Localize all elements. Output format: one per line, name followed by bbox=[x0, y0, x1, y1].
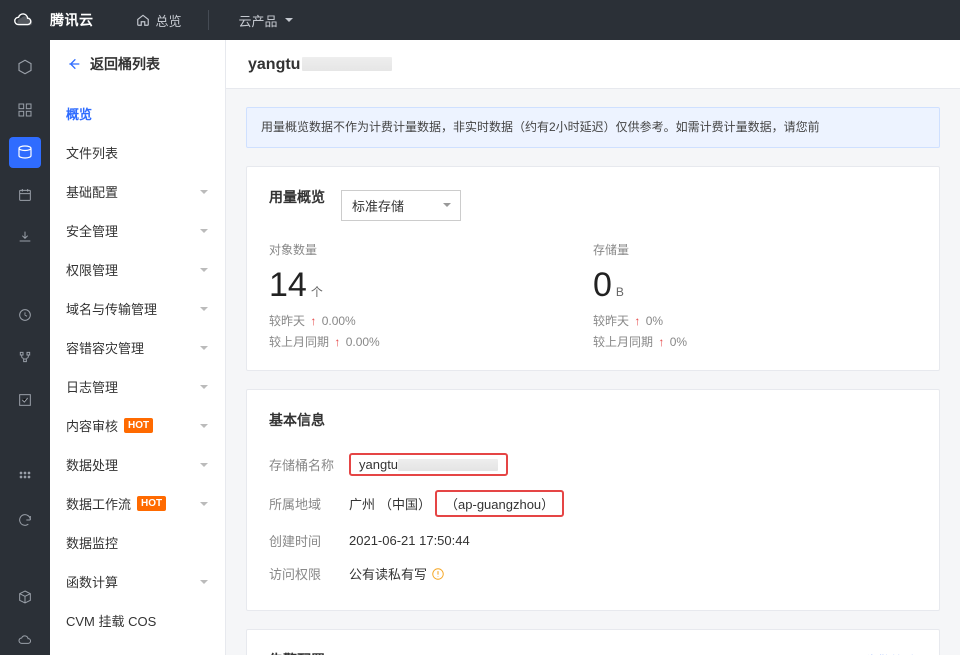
sidebar-item-label: 文件列表 bbox=[66, 143, 118, 162]
sidebar-item-label: 权限管理 bbox=[66, 260, 118, 279]
stat-storage: 存储量 0B 较昨天 ↑ 0% 较上月同期 ↑ 0% bbox=[593, 241, 917, 350]
nav-overview[interactable]: 总览 bbox=[130, 0, 188, 40]
sidebar-item-label: 日志管理 bbox=[66, 377, 118, 396]
redacted bbox=[398, 459, 498, 471]
sidebar-item-label: 容错容灾管理 bbox=[66, 338, 144, 357]
top-nav: 腾讯云 总览 云产品 bbox=[0, 0, 960, 40]
bucket-name: yangtu bbox=[248, 56, 392, 74]
highlight-region-code: （ap-guangzhou） bbox=[435, 490, 564, 517]
sidebar-item-label: 安全管理 bbox=[66, 221, 118, 240]
sidebar-item-8[interactable]: 内容审核 HOT bbox=[50, 406, 225, 445]
chevron-down-icon bbox=[199, 226, 209, 236]
chevron-down-icon bbox=[199, 499, 209, 509]
chevron-down-icon bbox=[199, 265, 209, 275]
brand-name: 腾讯云 bbox=[50, 10, 94, 30]
up-icon: ↑ bbox=[634, 314, 640, 328]
chevron-down-icon bbox=[199, 421, 209, 431]
chevron-down-icon bbox=[199, 577, 209, 587]
sidebar-item-label: 域名与传输管理 bbox=[66, 299, 157, 318]
rail-item-calendar[interactable] bbox=[9, 180, 41, 211]
rail-item-clock[interactable] bbox=[9, 300, 41, 331]
rail-item-download[interactable] bbox=[9, 222, 41, 253]
usage-title: 用量概览 bbox=[269, 187, 325, 207]
sidebar-item-label: 内容审核 bbox=[66, 416, 118, 435]
logo-icon bbox=[12, 9, 34, 31]
sidebar-item-9[interactable]: 数据处理 bbox=[50, 445, 225, 484]
chevron-down-icon bbox=[199, 460, 209, 470]
sidebar-item-label: 数据监控 bbox=[66, 533, 118, 552]
redacted bbox=[302, 57, 392, 71]
sidebar-item-5[interactable]: 域名与传输管理 bbox=[50, 289, 225, 328]
sidebar-item-2[interactable]: 基础配置 bbox=[50, 172, 225, 211]
sidebar-item-1[interactable]: 文件列表 bbox=[50, 133, 225, 172]
usage-card: 用量概览 标准存储 对象数量 14个 较昨天 ↑ 0.00% 较上月同期 ↑ 0… bbox=[246, 166, 940, 371]
sidebar-item-label: 数据工作流 bbox=[66, 494, 131, 513]
chevron-down-icon bbox=[199, 343, 209, 353]
icon-rail bbox=[0, 40, 50, 655]
info-icon[interactable] bbox=[431, 567, 445, 581]
tip-bar: 用量概览数据不作为计费计量数据，非实时数据（约有2小时延迟）仅供参考。如需计费计… bbox=[246, 107, 940, 148]
chevron-down-icon bbox=[199, 382, 209, 392]
home-icon bbox=[136, 13, 150, 27]
sidebar-item-0[interactable]: 概览 bbox=[50, 94, 225, 133]
rail-item-cloud[interactable] bbox=[9, 625, 41, 655]
rail-item-box[interactable] bbox=[9, 582, 41, 613]
sidebar-item-6[interactable]: 容错容灾管理 bbox=[50, 328, 225, 367]
chevron-down-icon bbox=[284, 15, 294, 25]
rail-item-check[interactable] bbox=[9, 385, 41, 416]
sidebar-item-label: 基础配置 bbox=[66, 182, 118, 201]
sidebar-item-13[interactable]: CVM 挂载 COS bbox=[50, 601, 225, 640]
rail-item-apps[interactable] bbox=[9, 462, 41, 493]
nav-divider bbox=[208, 10, 209, 30]
sidebar-item-label: 数据处理 bbox=[66, 455, 118, 474]
sidebar: 返回桶列表 概览文件列表基础配置安全管理权限管理域名与传输管理容错容灾管理日志管… bbox=[50, 40, 226, 655]
up-icon: ↑ bbox=[310, 314, 316, 328]
page-header: yangtu bbox=[226, 40, 960, 89]
content: yangtu 用量概览数据不作为计费计量数据，非实时数据（约有2小时延迟）仅供参… bbox=[226, 40, 960, 655]
access-permission: 公有读私有写 bbox=[349, 564, 445, 583]
sidebar-item-label: 概览 bbox=[66, 104, 92, 123]
configure-alert-link[interactable]: 配置告警策略 bbox=[839, 651, 917, 655]
hot-tag: HOT bbox=[137, 496, 166, 511]
chevron-down-icon bbox=[199, 304, 209, 314]
rail-item-grid[interactable] bbox=[9, 95, 41, 126]
sidebar-item-label: CVM 挂载 COS bbox=[66, 611, 156, 630]
arrow-left-icon bbox=[66, 56, 82, 72]
rail-item-refresh[interactable] bbox=[9, 505, 41, 536]
rail-item-storage[interactable] bbox=[9, 137, 41, 168]
storage-class-select[interactable]: 标准存储 bbox=[341, 190, 461, 221]
alert-title: 告警配置 bbox=[269, 650, 325, 655]
chevron-down-icon bbox=[199, 187, 209, 197]
basic-info-title: 基本信息 bbox=[269, 410, 917, 430]
stat-object-count: 对象数量 14个 较昨天 ↑ 0.00% 较上月同期 ↑ 0.00% bbox=[269, 241, 593, 350]
rail-item-workflow[interactable] bbox=[9, 342, 41, 373]
rail-item-hex[interactable] bbox=[9, 52, 41, 83]
sidebar-item-10[interactable]: 数据工作流 HOT bbox=[50, 484, 225, 523]
hot-tag: HOT bbox=[124, 418, 153, 433]
basic-info-card: 基本信息 存储桶名称 yangtu 所属地域 广州 （中国） bbox=[246, 389, 940, 611]
sidebar-item-3[interactable]: 安全管理 bbox=[50, 211, 225, 250]
sidebar-item-12[interactable]: 函数计算 bbox=[50, 562, 225, 601]
back-to-buckets[interactable]: 返回桶列表 bbox=[50, 40, 225, 86]
nav-products[interactable]: 云产品 bbox=[233, 0, 300, 40]
up-icon: ↑ bbox=[658, 335, 664, 349]
sidebar-item-4[interactable]: 权限管理 bbox=[50, 250, 225, 289]
alert-config-card: 告警配置 配置告警策略 bbox=[246, 629, 940, 655]
sidebar-item-11[interactable]: 数据监控 bbox=[50, 523, 225, 562]
sidebar-item-7[interactable]: 日志管理 bbox=[50, 367, 225, 406]
sidebar-item-label: 函数计算 bbox=[66, 572, 118, 591]
up-icon: ↑ bbox=[334, 335, 340, 349]
highlight-bucket-name: yangtu bbox=[349, 453, 508, 476]
